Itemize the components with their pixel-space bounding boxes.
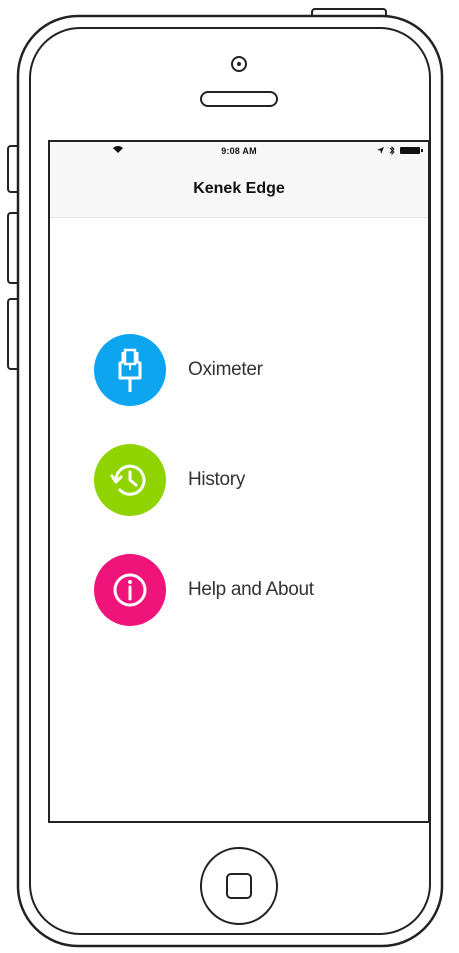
help-circle: [94, 554, 166, 626]
page-title: Kenek Edge: [193, 180, 285, 197]
info-icon: [113, 573, 147, 607]
history-circle: [94, 444, 166, 516]
bluetooth-icon: [389, 146, 395, 155]
menu-item-help-about[interactable]: Help and About: [94, 554, 314, 626]
phone-mockup: 9:08 AM Kenek Edge Oximeter History Help…: [0, 0, 459, 953]
oximeter-clip-icon: [118, 348, 142, 392]
home-button[interactable]: [199, 846, 279, 926]
history-clock-icon: [110, 464, 146, 496]
status-right-icons: [377, 146, 423, 155]
oximeter-circle: [94, 334, 166, 406]
menu-item-label: Help and About: [188, 579, 314, 600]
location-icon: [377, 147, 384, 154]
status-bar: 9:08 AM: [50, 142, 428, 162]
menu-item-history[interactable]: History: [94, 444, 245, 516]
navigation-bar: Kenek Edge: [50, 162, 428, 218]
menu-item-label: History: [188, 469, 246, 490]
menu-item-label: Oximeter: [188, 359, 263, 380]
battery-icon: [400, 147, 423, 154]
app-screen: 9:08 AM Kenek Edge Oximeter History Help…: [48, 140, 430, 823]
status-time: 9:08 AM: [221, 146, 257, 156]
menu-item-oximeter[interactable]: Oximeter: [94, 334, 263, 406]
